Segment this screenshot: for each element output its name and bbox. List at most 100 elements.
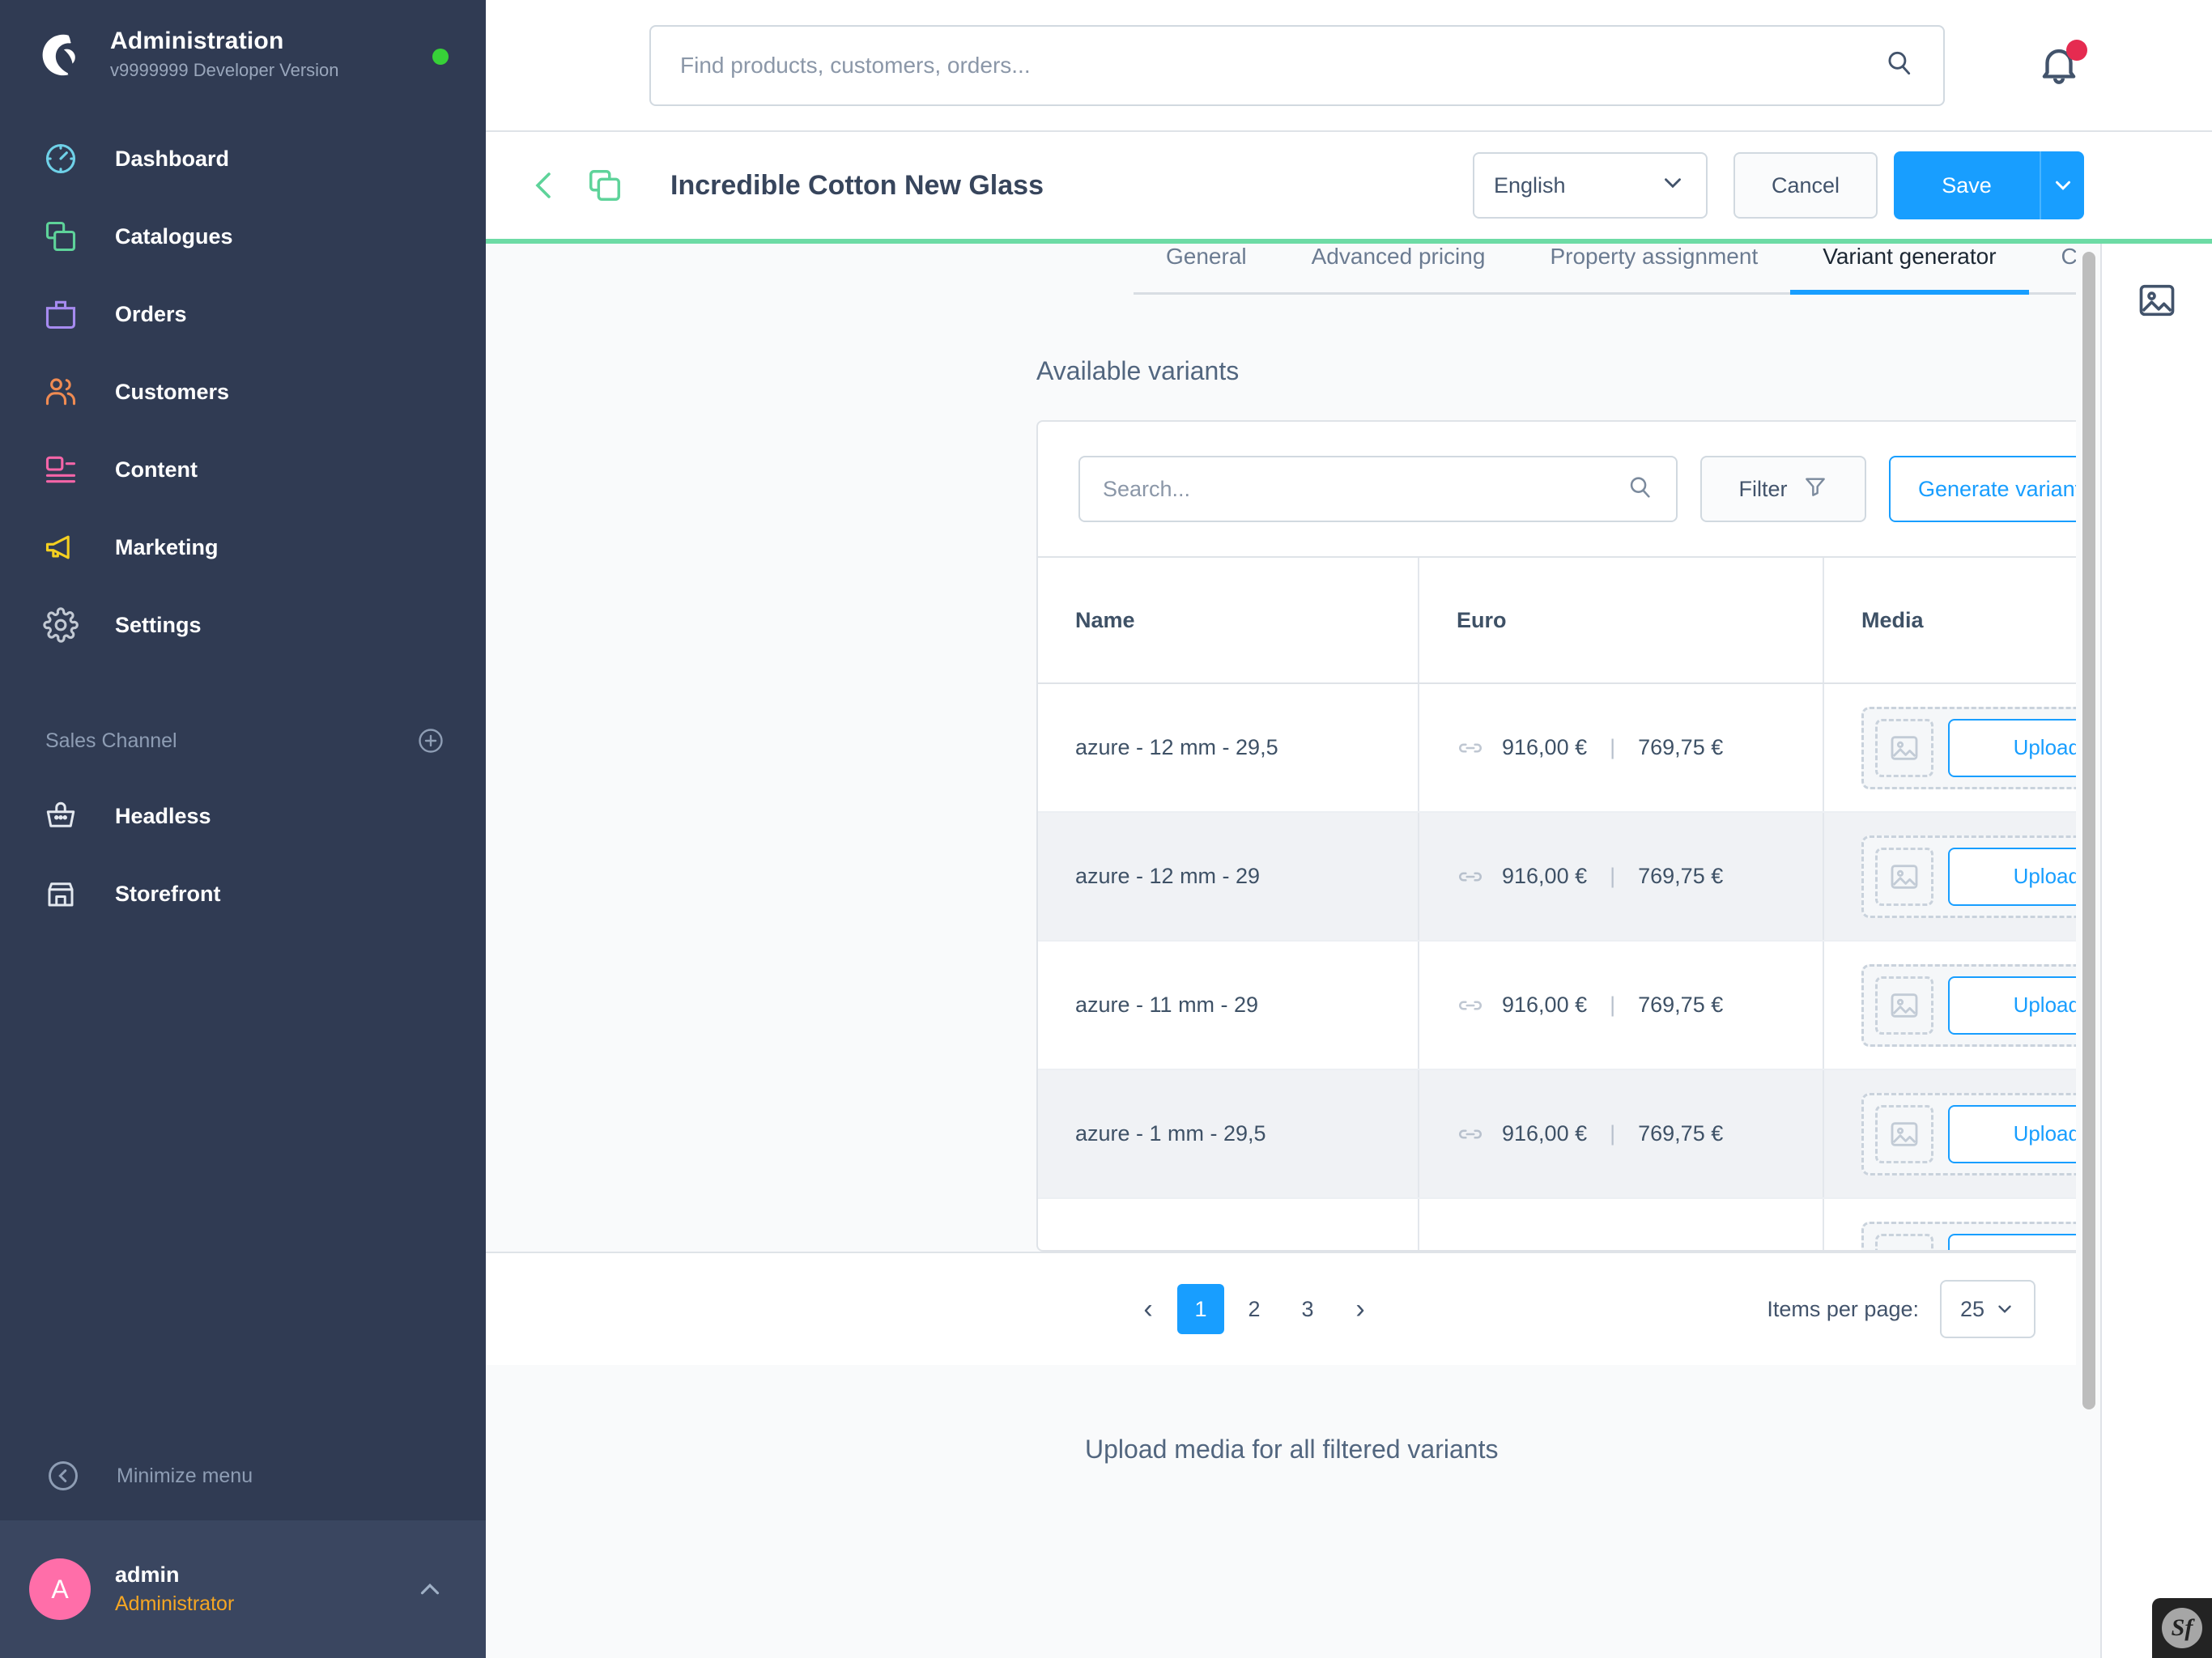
generate-variants-button[interactable]: Generate variants [1889, 456, 2076, 522]
variant-name: azure - 11 mm - 29 [1038, 941, 1419, 1070]
upload-file-button[interactable]: Upload file [1948, 976, 2076, 1035]
duplicate-icon[interactable] [586, 167, 623, 204]
price-from: 916,00 € [1502, 735, 1588, 759]
sidebar-item-dashboard[interactable]: Dashboard [0, 120, 486, 198]
bag-icon [42, 295, 79, 333]
sidebar-item-label: Customers [115, 379, 230, 404]
shopware-logo-icon [36, 29, 86, 79]
variants-toolbar: Filter Generate variants Storefront pres… [1038, 422, 2076, 558]
variants-search[interactable] [1078, 456, 1678, 522]
upload-file-button[interactable]: Upload file [1948, 718, 2076, 777]
sidebar-item-marketing[interactable]: Marketing [0, 508, 486, 586]
table-row[interactable]: azure - 1 mm - 29,5 916,00 € | 769,75 € … [1038, 1069, 2076, 1199]
back-icon[interactable] [525, 166, 564, 205]
content-scrollbar[interactable] [2076, 244, 2100, 1658]
media-placeholder-icon [1875, 847, 1933, 906]
minimize-menu-button[interactable]: Minimize menu [0, 1431, 486, 1520]
scrollbar-thumb[interactable] [2082, 252, 2095, 1409]
page-button-2[interactable]: 2 [1231, 1284, 1278, 1334]
filter-button[interactable]: Filter [1700, 456, 1866, 522]
table-row[interactable]: azure - 12 mm - 29,5 916,00 € | 769,75 €… [1038, 683, 2076, 813]
gear-icon [42, 606, 79, 644]
brand-version: v9999999 Developer Version [110, 60, 339, 80]
media-placeholder-icon [1875, 976, 1933, 1035]
save-dropdown-button[interactable] [2040, 151, 2084, 219]
megaphone-icon [42, 529, 79, 566]
user-menu[interactable]: A admin Administrator [0, 1520, 486, 1658]
gauge-icon [42, 140, 79, 177]
pagination-controls: ‹ 1 2 3 › [1125, 1284, 1383, 1334]
items-per-page-select[interactable]: 25 [1940, 1280, 2035, 1338]
filter-label: Filter [1738, 476, 1788, 501]
items-per-page-value: 25 [1959, 1296, 1985, 1321]
status-dot [432, 49, 449, 65]
search-input[interactable] [680, 52, 1883, 79]
language-select[interactable]: English [1473, 152, 1708, 219]
sidebar-item-label: Marketing [115, 534, 219, 559]
sidebar-item-label: Dashboard [115, 146, 230, 171]
variant-name: azure - 1 mm - 29,5 [1038, 1069, 1419, 1199]
chevron-down-icon [1998, 1305, 2011, 1313]
cancel-button[interactable]: Cancel [1733, 152, 1878, 219]
add-sales-channel-icon[interactable] [416, 726, 445, 755]
page-header: Incredible Cotton New Glass English Canc… [486, 132, 2212, 239]
symfony-profiler-badge[interactable]: Sf [2152, 1598, 2212, 1658]
sidebar-item-label: Headless [115, 803, 211, 828]
notifications-button[interactable] [2035, 39, 2087, 90]
page-button-1[interactable]: 1 [1177, 1284, 1224, 1334]
price-to: 769,75 € [1638, 993, 1724, 1017]
search-icon[interactable] [1626, 474, 1653, 505]
user-role: Administrator [115, 1592, 235, 1615]
column-header-media[interactable]: Media [1823, 558, 2076, 684]
tab-general[interactable]: General [1134, 244, 1279, 292]
upload-media-heading: Upload media for all filtered variants [1085, 1435, 1499, 1464]
link-icon [1457, 734, 1484, 762]
sidebar-item-settings[interactable]: Settings [0, 586, 486, 664]
language-value: English [1494, 172, 1566, 198]
variants-search-input[interactable] [1103, 476, 1626, 502]
chevron-up-icon[interactable] [415, 1574, 445, 1605]
next-page-button[interactable]: › [1338, 1286, 1383, 1332]
sidebar-item-label: Storefront [115, 881, 221, 906]
symfony-logo-icon: Sf [2162, 1608, 2202, 1648]
table-row[interactable]: azure - 11 mm - 29 916,00 € | 769,75 € U… [1038, 941, 2076, 1070]
search-icon[interactable] [1883, 48, 1914, 83]
page-actions: English Cancel Save [1473, 151, 2084, 219]
sidebar-item-content[interactable]: Content [0, 431, 486, 508]
table-row[interactable]: azure - 12 mm - 29 916,00 € | 769,75 € U… [1038, 812, 2076, 942]
page-button-3[interactable]: 3 [1284, 1284, 1331, 1334]
column-header-euro[interactable]: Euro [1419, 558, 1824, 684]
sidebar-item-headless[interactable]: Headless [0, 777, 486, 855]
upload-file-button[interactable]: Upload file [1948, 1104, 2076, 1163]
avatar: A [29, 1558, 91, 1620]
price-separator: | [1610, 735, 1616, 759]
media-panel-icon[interactable] [2136, 279, 2178, 321]
price-separator: | [1610, 1121, 1616, 1146]
price-to: 769,75 € [1638, 864, 1724, 888]
funnel-icon [1802, 474, 1828, 505]
basket-icon [42, 797, 79, 835]
previous-page-button[interactable]: ‹ [1125, 1286, 1171, 1332]
tab-advanced-pricing[interactable]: Advanced pricing [1279, 244, 1518, 292]
save-button[interactable]: Save [1894, 151, 2040, 219]
sidebar-item-customers[interactable]: Customers [0, 353, 486, 431]
user-name: admin [115, 1562, 180, 1587]
variants-table-body: azure - 12 mm - 29,5 916,00 € | 769,75 €… [1038, 683, 2076, 1250]
shop-icon [42, 875, 79, 912]
upload-file-button[interactable]: Upload file [1948, 1233, 2076, 1250]
global-search[interactable] [649, 24, 1945, 106]
column-header-name[interactable]: Name [1038, 558, 1419, 684]
brand-header[interactable]: Administration v9999999 Developer Versio… [0, 0, 486, 105]
tab-property-assignment[interactable]: Property assignment [1517, 244, 1790, 292]
items-per-page-control: Items per page: 25 [1767, 1280, 2035, 1338]
upload-file-button[interactable]: Upload file [1948, 847, 2076, 906]
tab-variant-generator[interactable]: Variant generator [1790, 244, 2029, 295]
price-from: 916,00 € [1502, 1121, 1588, 1146]
table-row[interactable]: azure - 1 mm - 29 916,00 € [1038, 1198, 2076, 1250]
variant-media: Upload file [1823, 812, 2076, 942]
tab-cross-selling[interactable]: Cross Selling [2029, 244, 2076, 292]
sidebar-item-storefront[interactable]: Storefront [0, 855, 486, 933]
sidebar-item-catalogues[interactable]: Catalogues [0, 198, 486, 275]
sidebar-item-orders[interactable]: Orders [0, 275, 486, 353]
sales-channel-header: Sales Channel [0, 704, 486, 777]
